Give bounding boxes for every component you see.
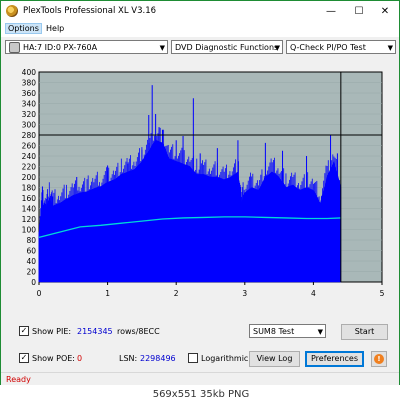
y-tick-label: 140 xyxy=(22,205,37,214)
preferences-button[interactable]: Preferences xyxy=(305,351,364,367)
maximize-button[interactable]: ☐ xyxy=(347,3,371,21)
y-tick-label: 100 xyxy=(22,226,37,235)
chevron-down-icon: ▼ xyxy=(274,44,280,52)
close-button[interactable]: ✕ xyxy=(373,3,397,21)
show-pie-label: Show PIE: xyxy=(32,327,72,336)
status-text: Ready xyxy=(6,375,31,384)
drive-icon xyxy=(9,42,20,53)
chart-panel: 400 380 360 340 320 300 280 260 240 220 200 180 160 1… xyxy=(4,58,398,313)
y-tick-label: 40 xyxy=(26,257,36,266)
start-button[interactable]: Start xyxy=(341,324,388,340)
window-title: PlexTools Professional XL V3.16 xyxy=(23,6,157,16)
logarithmic-checkbox[interactable] xyxy=(188,353,198,363)
y-tick-label: 220 xyxy=(22,163,37,172)
sum-test-select-value: SUM8 Test xyxy=(253,327,295,336)
chevron-down-icon: ▼ xyxy=(387,44,393,52)
x-tick-label: 1 xyxy=(105,289,110,298)
x-tick-label: 4 xyxy=(311,289,316,298)
y-tick-label: 180 xyxy=(22,184,37,193)
chevron-down-icon: ▼ xyxy=(317,328,323,336)
x-tick-label: 0 xyxy=(37,289,42,298)
y-tick-label: 60 xyxy=(26,247,36,256)
x-tick-label: 3 xyxy=(242,289,247,298)
chevron-down-icon: ▼ xyxy=(159,44,165,52)
y-tick-label: 300 xyxy=(22,121,37,130)
y-tick-label: 340 xyxy=(22,100,37,109)
menu-help[interactable]: Help xyxy=(46,24,64,33)
y-tick-label: 120 xyxy=(22,215,37,224)
show-poe-checkbox[interactable]: ✓ xyxy=(19,353,29,363)
application-window: PlexTools Professional XL V3.16 — ☐ ✕ Op… xyxy=(0,0,400,387)
y-tick-label: 280 xyxy=(22,131,37,140)
view-log-button[interactable]: View Log xyxy=(249,351,300,367)
y-tick-label: 80 xyxy=(26,236,36,245)
y-tick-label: 400 xyxy=(22,68,37,77)
controls-panel: ✓ Show PIE: 2154345 rows/8ECC ✓ Show POE… xyxy=(1,319,399,369)
y-tick-label: 360 xyxy=(22,89,37,98)
lsn-value: 2298496 xyxy=(140,354,176,363)
logarithmic-label: Logarithmic xyxy=(201,354,249,363)
drive-select[interactable]: HA:7 ID:0 PX-760A ▼ xyxy=(5,40,168,54)
image-caption: 569x551 35kb PNG xyxy=(0,385,402,404)
y-tick-label: 260 xyxy=(22,142,37,151)
warning-icon: ! xyxy=(374,354,384,364)
y-tick-label: 380 xyxy=(22,79,37,88)
app-icon xyxy=(6,5,18,17)
y-tick-label: 320 xyxy=(22,110,37,119)
x-tick-label: 2 xyxy=(174,289,179,298)
show-poe-value: 0 xyxy=(77,354,83,363)
help-button[interactable]: ! xyxy=(371,351,387,367)
pi-error-chart: 4003803603403203002802602402202001801601… xyxy=(22,68,385,298)
y-tick-label: 160 xyxy=(22,194,37,203)
show-pie-checkbox[interactable]: ✓ xyxy=(19,326,29,336)
y-tick-label: 20 xyxy=(26,268,36,277)
title-bar: PlexTools Professional XL V3.16 — ☐ ✕ xyxy=(1,1,399,23)
function-select[interactable]: DVD Diagnostic Functions ▼ xyxy=(171,40,283,54)
lsn-label: LSN: xyxy=(119,354,138,363)
y-tick-label: 240 xyxy=(22,152,37,161)
test-type-select-value: Q-Check PI/PO Test xyxy=(290,43,366,52)
rows-label: rows/8ECC xyxy=(117,327,160,336)
y-tick-label: 0 xyxy=(31,278,36,287)
menu-options[interactable]: Options xyxy=(5,23,42,34)
function-select-value: DVD Diagnostic Functions xyxy=(175,43,279,52)
toolbar: HA:7 ID:0 PX-760A ▼ DVD Diagnostic Funct… xyxy=(1,38,399,58)
sum-test-select[interactable]: SUM8 Test ▼ xyxy=(249,324,326,338)
minimize-button[interactable]: — xyxy=(319,3,343,21)
show-poe-label: Show POE: xyxy=(32,354,75,363)
drive-select-value: HA:7 ID:0 PX-760A xyxy=(23,43,98,52)
y-tick-label: 200 xyxy=(22,173,37,182)
menu-bar: Options Help xyxy=(1,23,399,37)
show-pie-value: 2154345 xyxy=(77,327,113,336)
x-tick-label: 5 xyxy=(380,289,385,298)
test-type-select[interactable]: Q-Check PI/PO Test ▼ xyxy=(286,40,396,54)
